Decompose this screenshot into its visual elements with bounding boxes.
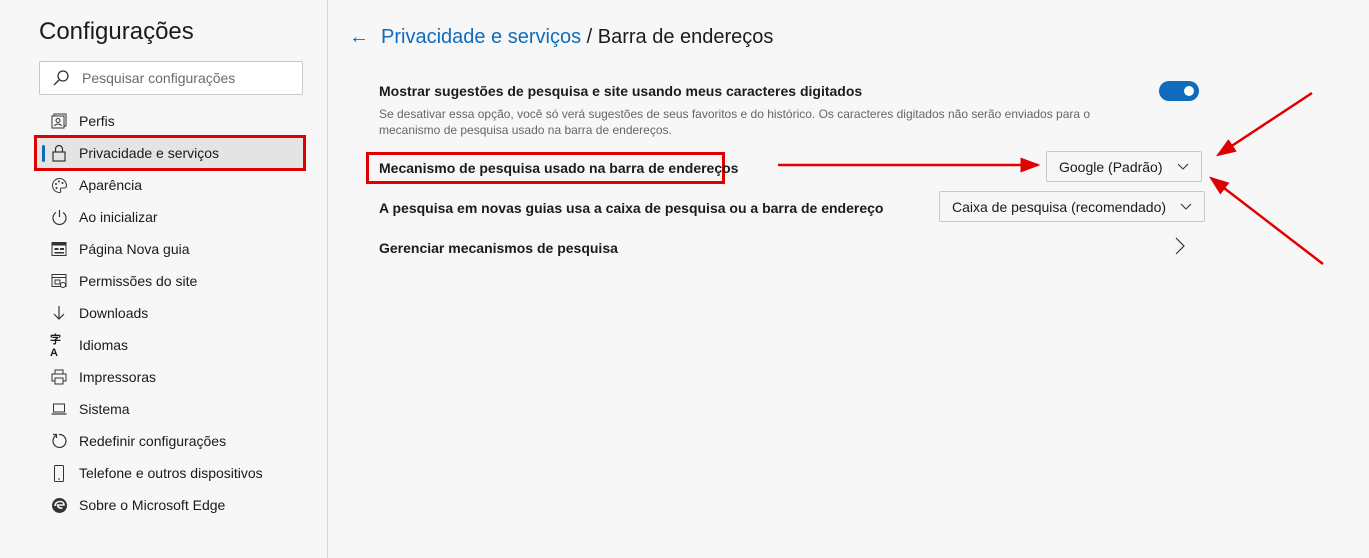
sidebar-item-idiomas[interactable]: 字A Idiomas [36,329,304,361]
site-permissions-icon [50,272,68,290]
sidebar-item-sobre[interactable]: Sobre o Microsoft Edge [36,489,304,521]
reset-icon [50,432,68,450]
phone-icon [50,464,68,482]
printer-icon [50,368,68,386]
sidebar-item-label: Privacidade e serviços [79,145,220,161]
suggestions-label: Mostrar sugestões de pesquisa e site usa… [379,83,863,99]
search-placeholder: Pesquisar configurações [82,70,236,86]
sidebar-item-label: Página Nova guia [79,241,190,257]
sidebar-item-label: Telefone e outros dispositivos [79,465,263,481]
sidebar-item-label: Redefinir configurações [79,433,227,449]
breadcrumb: ← Privacidade e serviços / Barra de ende… [349,26,773,49]
profile-icon [50,112,68,130]
manage-search-engines-link[interactable]: Gerenciar mecanismos de pesquisa [379,240,618,256]
sidebar: Configurações Pesquisar configurações Pe… [0,0,328,558]
sidebar-item-telefone[interactable]: Telefone e outros dispositivos [36,457,304,489]
breadcrumb-parent-link[interactable]: Privacidade e serviços [381,26,581,49]
new-tab-search-dropdown[interactable]: Caixa de pesquisa (recomendado) [939,191,1206,222]
sidebar-item-label: Sistema [79,401,130,417]
suggestions-description: Se desativar essa opção, você só verá su… [379,107,1091,137]
suggestions-toggle[interactable] [1159,81,1199,101]
new-tab-search-value: Caixa de pesquisa (recomendado) [952,198,1167,215]
language-icon: 字A [50,334,61,359]
palette-icon [50,176,68,194]
sidebar-item-label: Downloads [79,305,149,321]
sidebar-item-nova-guia[interactable]: Página Nova guia [36,233,304,265]
search-engine-dropdown[interactable]: Google (Padrão) [1046,151,1202,182]
sidebar-item-label: Permissões do site [79,273,198,289]
search-icon [53,70,69,86]
sidebar-item-aparencia[interactable]: Aparência [36,169,304,201]
sidebar-nav: Perfis Privacidade e serviços Aparência … [34,105,306,521]
download-icon [50,304,68,322]
new-tab-icon [50,240,68,258]
page-title: Barra de endereços [597,26,774,48]
sidebar-item-label: Aparência [79,177,143,193]
sidebar-item-impressoras[interactable]: Impressoras [36,361,304,393]
sidebar-item-sistema[interactable]: Sistema [36,393,304,425]
laptop-icon [50,400,68,418]
sidebar-item-label: Ao inicializar [79,209,158,225]
edge-logo-icon [50,496,68,514]
breadcrumb-separator: / [581,26,598,48]
search-engine-value: Google (Padrão) [1059,158,1163,175]
power-icon [50,208,68,226]
lock-icon [50,144,68,162]
sidebar-item-label: Impressoras [79,369,157,385]
sidebar-item-label: Sobre o Microsoft Edge [79,497,226,513]
settings-title: Configurações [39,18,194,45]
sidebar-item-label: Idiomas [79,337,129,353]
search-engine-label: Mecanismo de pesquisa usado na barra de … [379,160,739,176]
sidebar-item-ao-inicializar[interactable]: Ao inicializar [36,201,304,233]
chevron-right-icon[interactable] [1175,237,1185,255]
sidebar-item-permissoes[interactable]: Permissões do site [36,265,304,297]
sidebar-item-label: Perfis [79,113,115,129]
sidebar-item-perfis[interactable]: Perfis [36,105,304,137]
sidebar-item-privacidade[interactable]: Privacidade e serviços [34,135,306,171]
main-content: ← Privacidade e serviços / Barra de ende… [329,0,1369,558]
sidebar-item-redefinir[interactable]: Redefinir configurações [36,425,304,457]
search-input[interactable]: Pesquisar configurações [39,61,303,95]
sidebar-item-downloads[interactable]: Downloads [36,297,304,329]
chevron-down-icon [1180,203,1192,210]
new-tab-search-label: A pesquisa em novas guias usa a caixa de… [379,200,884,216]
chevron-down-icon [1177,163,1188,170]
back-arrow-icon[interactable]: ← [349,26,369,49]
